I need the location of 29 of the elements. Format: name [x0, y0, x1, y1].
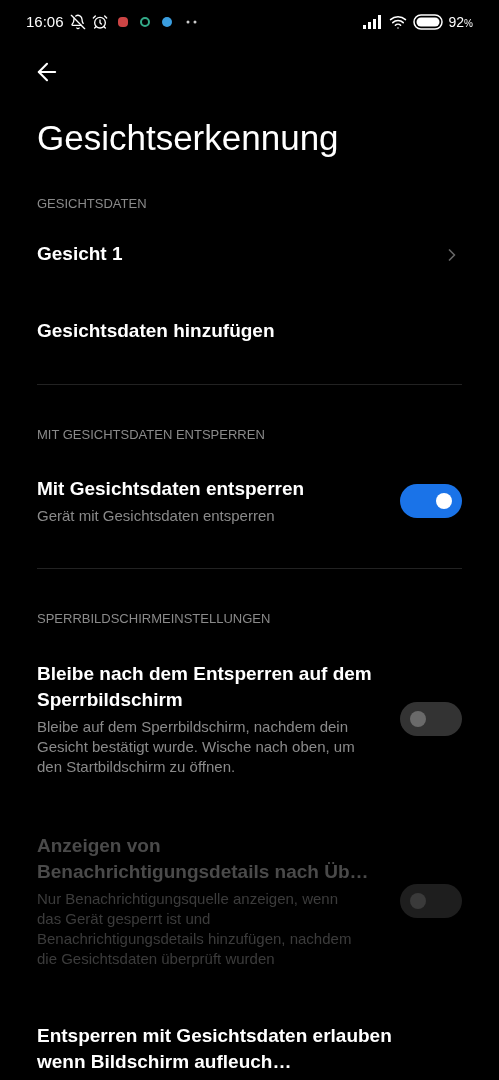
- alarm-icon: [91, 14, 108, 30]
- more-dots-icon: [185, 20, 198, 24]
- settings-row[interactable]: Gesicht 1: [37, 217, 462, 292]
- wifi-icon: [388, 13, 407, 31]
- app-icon: [161, 17, 172, 27]
- row-description: Gerät mit Gesichtsdaten entsperren: [37, 506, 276, 526]
- section-header: SPERRBILDSCHIRMEINSTELLUNGEN: [37, 610, 272, 628]
- app-icon: [139, 17, 150, 27]
- settings-row[interactable]: Gesichtsdaten hinzufügen: [37, 291, 462, 370]
- row-title: Bleibe nach dem Entsperren auf dem Sperrbildschirm: [37, 661, 373, 712]
- battery-icon: [412, 14, 443, 30]
- toggle-switch[interactable]: [400, 701, 462, 736]
- app-icon: [117, 17, 128, 27]
- section-header: GESICHTSDATEN: [37, 195, 148, 213]
- row-description: Bleibe auf dem Sperrbildschirm, nachdem dein Gesicht bestätigt wurde. Wische nach oben, um den Startbildschirm zu öffnen.: [37, 716, 356, 777]
- row-title: Gesicht 1: [37, 242, 123, 267]
- row-title: Mit Gesichtsdaten entsperren: [37, 477, 306, 501]
- signal-icon: [362, 15, 383, 29]
- row-title: Anzeigen von Benachrichtigungsdetails nach Üb…: [37, 833, 370, 884]
- battery-level: 92%: [448, 12, 473, 32]
- row-title: Gesichtsdaten hinzufügen: [37, 318, 276, 343]
- status-time: 16:06: [26, 11, 64, 32]
- section-header: MIT GESICHTSDATEN ENTSPERREN: [37, 425, 266, 444]
- bell-off-icon: [69, 14, 86, 30]
- row-title: Entsperren mit Gesichtsdaten erlauben wenn Bildschirm aufleuch…: [37, 1023, 393, 1074]
- toggle-switch[interactable]: [400, 484, 462, 518]
- page-title: Gesichtserkennung: [37, 117, 340, 159]
- settings-row[interactable]: Entsperren mit Gesichtsdaten erlauben wenn Bildschirm aufleuch…: [37, 996, 462, 1080]
- row-description: Nur Benachrichtigungsquelle anzeigen, wenn das Gerät gesperrt ist und Benachrichtigungsdetails hinzufügen, nachdem die Gesichtsdaten überprüft wurden: [37, 888, 353, 969]
